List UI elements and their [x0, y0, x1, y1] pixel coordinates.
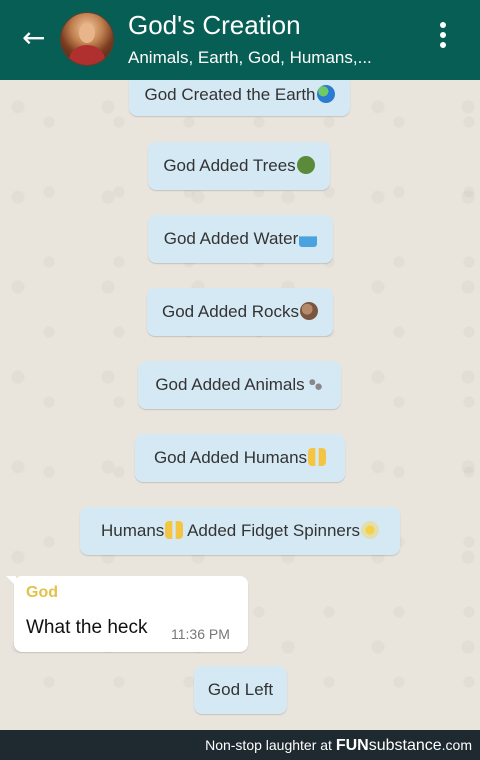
system-message-text: God Added Humans — [153, 448, 308, 467]
system-message-text: God Added Water — [163, 229, 299, 248]
system-message-trees: God Added Trees — [148, 142, 330, 190]
chat-title[interactable]: God's Creation — [128, 10, 301, 40]
watermark-brand-rest: substance — [368, 737, 442, 754]
avatar[interactable] — [60, 12, 114, 66]
watermark-prefix: Non-stop laughter at — [205, 737, 336, 753]
system-message-earth: God Created the Earth — [129, 80, 350, 116]
system-message-god-left: God Left — [194, 666, 287, 714]
watermark-bar: Non-stop laughter at FUNsubstance.com — [0, 730, 480, 760]
chat-area: God Created the Earth God Added Trees Go… — [0, 80, 480, 730]
system-message-water: God Added Water — [148, 215, 333, 263]
system-message-text: God Added Rocks — [161, 302, 300, 321]
watermark: Non-stop laughter at FUNsubstance.com — [205, 737, 472, 754]
system-message-humans: God Added Humans — [135, 434, 345, 482]
watermark-suffix: .com — [441, 737, 472, 753]
system-message-text: Humans — [100, 521, 165, 540]
people-icon — [308, 448, 327, 466]
system-message-text-after: Added Fidget Spinners — [183, 521, 361, 540]
system-message-text: God Left — [207, 680, 274, 699]
system-message-fidget-spinners: Humans Added Fidget Spinners — [80, 507, 400, 555]
system-message-text: God Created the Earth — [144, 85, 316, 104]
incoming-message[interactable]: God What the heck 11:36 PM — [6, 576, 248, 652]
avatar-face — [79, 23, 95, 43]
avatar-robe — [69, 45, 105, 65]
system-message-animals: God Added Animals — [138, 361, 341, 409]
paw-prints-icon — [305, 375, 324, 393]
system-message-rocks: God Added Rocks — [147, 288, 333, 336]
message-time: 11:36 PM — [171, 626, 230, 642]
chat-participants[interactable]: Animals, Earth, God, Humans,... — [128, 47, 372, 69]
sun-icon — [361, 521, 380, 539]
message-sender: God — [26, 584, 58, 601]
people-icon — [165, 521, 184, 539]
vertical-dots-icon[interactable] — [436, 22, 450, 56]
back-arrow-icon[interactable]: ← — [22, 24, 45, 52]
globe-icon — [316, 85, 335, 103]
watermark-brand-bold: FUN — [335, 737, 369, 754]
wave-icon — [299, 229, 318, 247]
tree-icon — [296, 156, 315, 174]
system-message-text: God Added Animals — [155, 375, 305, 394]
rock-icon — [300, 302, 319, 320]
system-message-text: God Added Trees — [163, 156, 296, 175]
message-text: What the heck — [26, 617, 148, 638]
chat-header: ← God's Creation Animals, Earth, God, Hu… — [0, 0, 480, 80]
